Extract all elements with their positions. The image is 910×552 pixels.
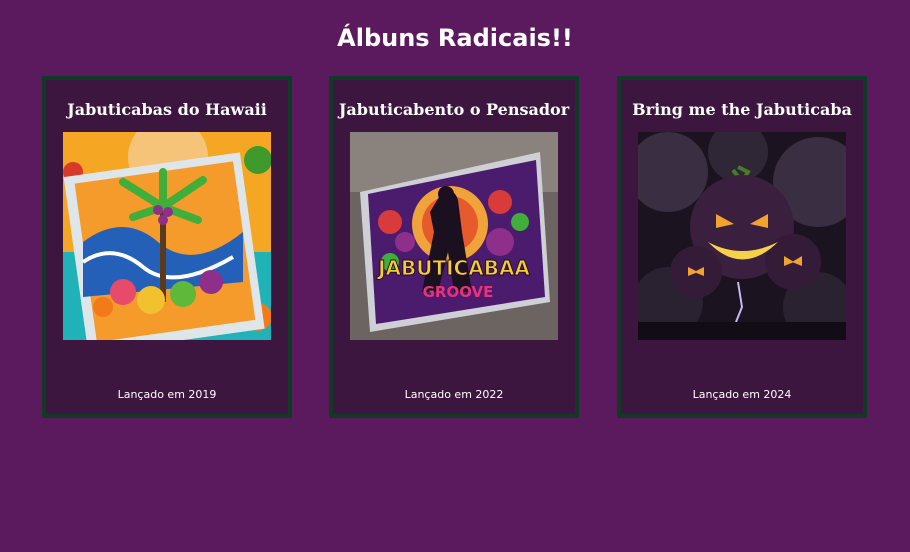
album-cover-image[interactable]	[63, 132, 271, 340]
album-title: Jabuticabento o Pensador	[338, 100, 570, 119]
cover-text-sub: GROOVE	[423, 283, 494, 301]
album-title: Jabuticabas do Hawaii	[67, 100, 267, 119]
album-release-date: Lançado em 2024	[692, 388, 792, 401]
album-release-date: Lançado em 2022	[404, 388, 504, 401]
album-cover-image[interactable]	[638, 132, 846, 340]
cover-text-main: JABUTICABAA	[376, 256, 530, 280]
album-title: Bring me the Jabuticaba	[632, 100, 852, 119]
album-card[interactable]: Jabuticabas do Hawaii Lançado em 2019	[42, 76, 292, 418]
album-release-date: Lançado em 2019	[117, 388, 217, 401]
album-card[interactable]: Jabuticabento o Pensador JABUTICABAA GRO…	[329, 76, 579, 418]
album-cover-image[interactable]: JABUTICABAA GROOVE	[350, 132, 558, 340]
album-card[interactable]: Bring me the Jabuticaba Lançado em 2024	[617, 76, 867, 418]
page-title: Álbuns Radicais!!	[337, 24, 573, 52]
